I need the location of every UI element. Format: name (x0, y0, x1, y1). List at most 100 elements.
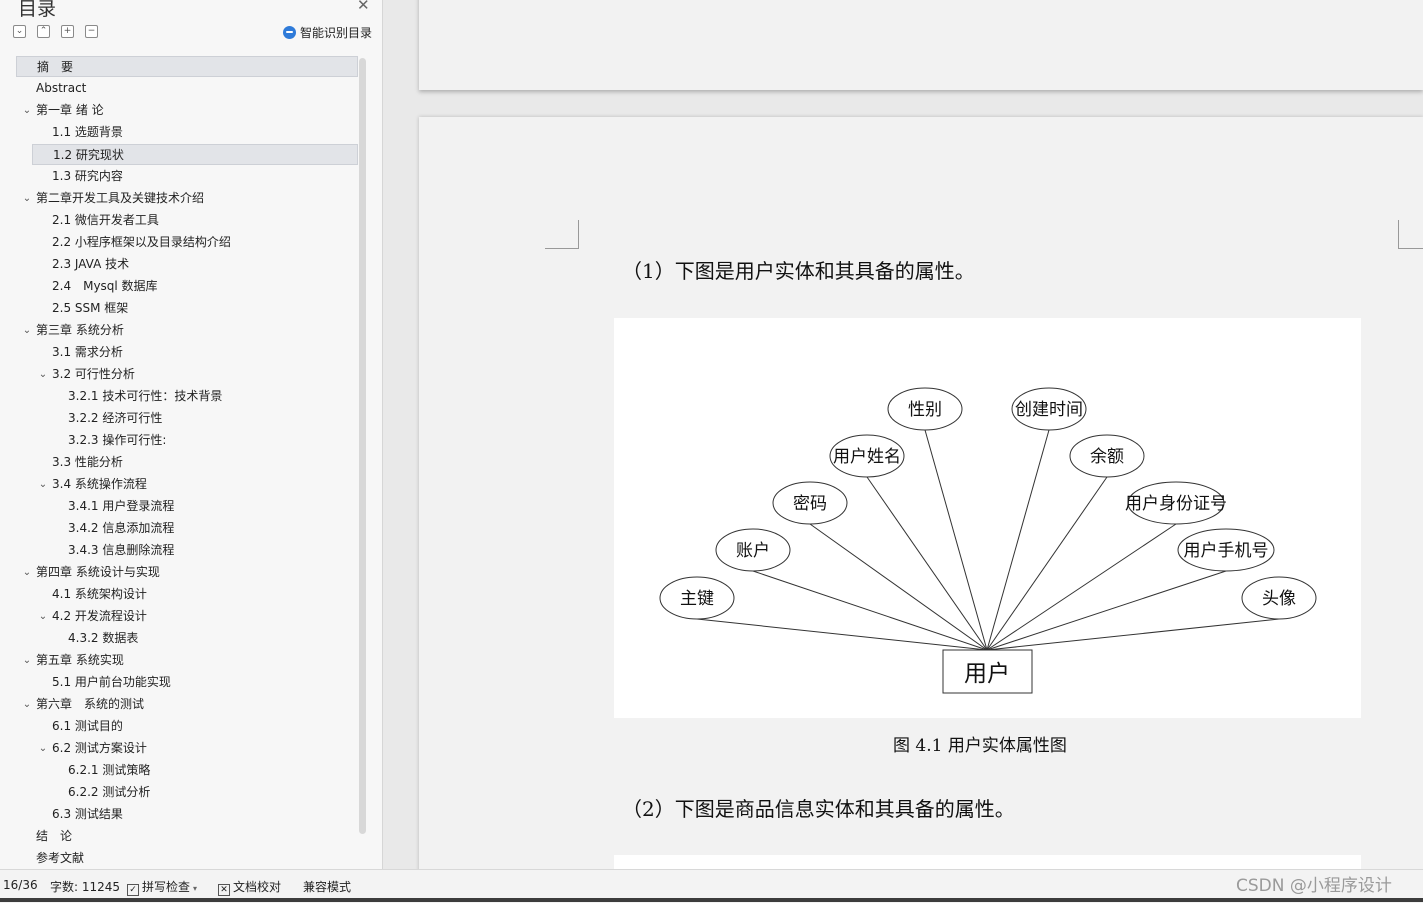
er-diagram-figure: 主键 账户 密码 用户姓名 性别 创建时间 余额 用户身份证号 用户手机号 头像 用户 (614, 318, 1361, 718)
er-attribute-label: 性别 (908, 400, 942, 420)
toc-item[interactable]: 1.2 研究现状 (32, 144, 358, 165)
toc-item[interactable]: ⌄ 3.4 系统操作流程 (16, 474, 358, 495)
er-attribute-label: 用户身份证号 (1125, 494, 1227, 514)
toc-item-label: 6.1 测试目的 (52, 719, 123, 733)
toc-item[interactable]: 3.2.1 技术可行性：技术背景 (16, 386, 358, 407)
toc-item[interactable]: 3.2.2 经济可行性 (16, 408, 358, 429)
toc-item[interactable]: 2.2 小程序框架以及目录结构介绍 (16, 232, 358, 253)
toc-item[interactable]: ⌄ 4.2 开发流程设计 (16, 606, 358, 627)
doc-proof-button[interactable]: ✕ 文档校对 (218, 878, 281, 896)
toc-item[interactable]: 1.1 选题背景 (16, 122, 358, 143)
toc-item-label: 2.2 小程序框架以及目录结构介绍 (52, 235, 231, 249)
er-attribute-label: 余额 (1090, 447, 1124, 467)
toc-item[interactable]: ⌄ 第四章 系统设计与实现 (16, 562, 358, 583)
toc-item[interactable]: 3.4.3 信息删除流程 (16, 540, 358, 561)
chevron-down-icon[interactable]: ⌄ (37, 606, 49, 627)
er-attribute: 主键 (659, 576, 735, 620)
crop-mark-right (1398, 220, 1423, 249)
er-attribute: 性别 (887, 387, 963, 431)
toc-item[interactable]: ⌄ 6.2 测试方案设计 (16, 738, 358, 759)
toc-item[interactable]: 4.3.2 数据表 (16, 628, 358, 649)
toc-item-label: 4.1 系统架构设计 (52, 587, 147, 601)
smart-toc-label: 智能识别目录 (300, 26, 373, 40)
chevron-down-icon[interactable]: ⌄ (21, 562, 33, 583)
chevron-down-icon[interactable]: ⌄ (21, 188, 33, 209)
toc-item[interactable]: 2.4 Mysql 数据库 (16, 276, 358, 297)
toc-item[interactable]: Abstract (16, 78, 358, 99)
toc-item[interactable]: 2.1 微信开发者工具 (16, 210, 358, 231)
toc-title: 目录 (18, 0, 57, 20)
toc-item-label: 3.2.3 操作可行性: (68, 433, 167, 447)
toc-item[interactable]: 3.4.2 信息添加流程 (16, 518, 358, 539)
er-attribute-label: 用户手机号 (1184, 541, 1269, 561)
toc-item-label: 6.2 测试方案设计 (52, 741, 147, 755)
toc-item[interactable]: 3.1 需求分析 (16, 342, 358, 363)
toc-item-label: Abstract (36, 81, 87, 95)
doc-proof-label: 文档校对 (233, 880, 282, 894)
close-icon[interactable]: ✕ (357, 0, 370, 14)
word-count[interactable]: 字数: 11245 (50, 878, 120, 895)
toc-item-label: 3.4.2 信息添加流程 (68, 521, 175, 535)
er-relation-line (866, 476, 988, 651)
chevron-down-icon[interactable]: ⌄ (21, 320, 33, 341)
toc-item-label: 3.2.2 经济可行性 (68, 411, 163, 425)
toc-item-label: 第一章 绪 论 (36, 103, 104, 117)
chevron-down-icon[interactable]: ⌄ (37, 474, 49, 495)
er-attribute-label: 密码 (793, 494, 827, 514)
toc-item[interactable]: 3.3 性能分析 (16, 452, 358, 473)
er-relation-line (809, 523, 988, 651)
toc-item[interactable]: 3.2.3 操作可行性: (16, 430, 358, 451)
toc-item-label: 第四章 系统设计与实现 (36, 565, 160, 579)
toc-item-label: 1.3 研究内容 (52, 169, 123, 183)
paragraph-2: （2）下图是商品信息实体和其具备的属性。 (622, 797, 1015, 821)
toc-item[interactable]: 1.3 研究内容 (16, 166, 358, 187)
toc-item[interactable]: ⌄ 第六章 系统的测试 (16, 694, 358, 715)
toc-item[interactable]: 结 论 (16, 826, 358, 847)
toc-item[interactable]: 4.1 系统架构设计 (16, 584, 358, 605)
page-indicator[interactable]: 16/36 (3, 878, 38, 892)
chevron-down-icon[interactable]: ⌄ (37, 364, 49, 385)
toc-item[interactable]: 6.2.2 测试分析 (16, 782, 358, 803)
toc-item[interactable]: 3.4.1 用户登录流程 (16, 496, 358, 517)
remove-item-button[interactable]: − (85, 25, 98, 38)
er-relation-line (986, 476, 1108, 651)
er-relation-line (986, 570, 1227, 651)
toc-item[interactable]: ⌄ 3.2 可行性分析 (16, 364, 358, 385)
collapse-all-button[interactable]: ⌄ (13, 25, 26, 38)
toc-item-label: 2.5 SSM 框架 (52, 301, 129, 315)
toc-item[interactable]: ⌄ 第一章 绪 论 (16, 100, 358, 121)
toc-item-label: 2.3 JAVA 技术 (52, 257, 130, 271)
toc-item[interactable]: ⌄ 第五章 系统实现 (16, 650, 358, 671)
toc-item[interactable]: ⌄ 第三章 系统分析 (16, 320, 358, 341)
er-relation-line (752, 570, 988, 651)
toc-item-label: 摘 要 (37, 60, 74, 74)
er-entity-label: 用户 (964, 661, 1010, 687)
er-attribute-label: 用户姓名 (833, 447, 901, 467)
expand-up-button[interactable]: ⌃ (37, 25, 50, 38)
chevron-down-icon[interactable]: ⌄ (37, 738, 49, 759)
toc-item[interactable]: 参考文献 (16, 848, 358, 864)
toc-item[interactable]: 摘 要 (16, 56, 358, 77)
toc-item[interactable]: ⌄ 第二章开发工具及关键技术介绍 (16, 188, 358, 209)
chevron-down-icon[interactable]: ⌄ (21, 650, 33, 671)
toc-item[interactable]: 6.3 测试结果 (16, 804, 358, 825)
er-relation-line (696, 618, 988, 651)
chevron-down-icon[interactable]: ⌄ (21, 694, 33, 715)
chevron-down-icon[interactable]: ⌄ (21, 100, 33, 121)
toc-list: 摘 要 Abstract ⌄ 第一章 绪 论 1.1 选题背景 1.2 研究现状 1.3 研… (16, 56, 358, 864)
toc-item[interactable]: 2.5 SSM 框架 (16, 298, 358, 319)
er-attribute: 密码 (772, 481, 848, 525)
toc-item[interactable]: 2.3 JAVA 技术 (16, 254, 358, 275)
add-item-button[interactable]: + (61, 25, 74, 38)
compat-mode: 兼容模式 (303, 880, 352, 894)
figure-caption: 图 4.1 用户实体属性图 (893, 736, 1067, 756)
toc-item[interactable]: 5.1 用户前台功能实现 (16, 672, 358, 693)
toc-item-label: 参考文献 (36, 851, 85, 864)
toc-scrollbar[interactable] (359, 58, 366, 834)
toc-item-label: 5.1 用户前台功能实现 (52, 675, 171, 689)
toc-item[interactable]: 6.2.1 测试策略 (16, 760, 358, 781)
spell-check-button[interactable]: ✓ 拼写检查 ▾ (127, 878, 197, 896)
smart-toc-button[interactable]: 智能识别目录 (283, 24, 372, 41)
toc-item-label: 4.2 开发流程设计 (52, 609, 147, 623)
toc-item[interactable]: 6.1 测试目的 (16, 716, 358, 737)
